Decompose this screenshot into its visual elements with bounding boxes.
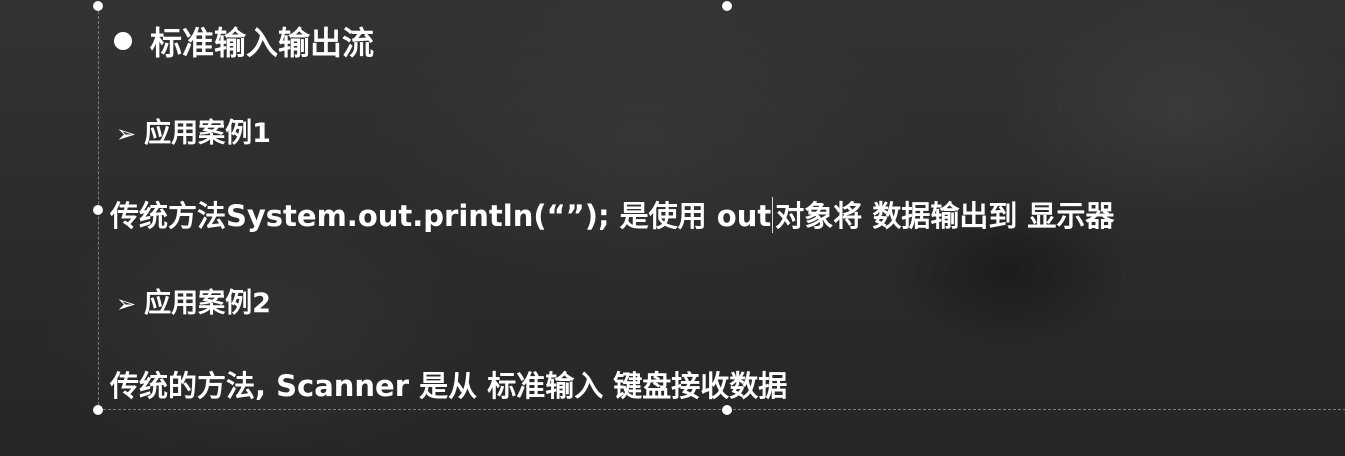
case-1-description-text-end: 对象将 数据输出到 显示器 (775, 199, 1115, 233)
chalkboard-slide: 标准输入输出流 ➢ 应用案例1 传统方法System.out.println(“”… (0, 0, 1345, 456)
case-2-description-text: 传统的方法, Scanner 是从 标准输入 键盘接收数据 (110, 369, 788, 403)
resize-handle-bottom-middle[interactable] (722, 405, 732, 415)
case-2-line[interactable]: ➢ 应用案例2 (116, 281, 271, 320)
case-1-line[interactable]: ➢ 应用案例1 (116, 111, 271, 150)
resize-handle-middle-left[interactable] (93, 205, 103, 215)
case-2-description[interactable]: 传统的方法, Scanner 是从 标准输入 键盘接收数据 (110, 363, 787, 405)
case-1-description[interactable]: 传统方法System.out.println(“”); 是使用 out 对象将 数… (110, 193, 1114, 235)
slide-heading[interactable]: 标准输入输出流 (114, 18, 374, 64)
resize-handle-bottom-left[interactable] (93, 405, 103, 415)
arrow-bullet-icon: ➢ (116, 290, 137, 318)
arrow-bullet-icon: ➢ (116, 120, 137, 148)
text-cursor (772, 197, 774, 233)
resize-handle-top-middle[interactable] (722, 1, 732, 11)
filled-circle-bullet-icon (114, 32, 132, 50)
case-1-label: 应用案例1 (144, 118, 271, 149)
case-1-description-text-start: 传统方法System.out.println(“”); 是使用 out (110, 199, 772, 233)
case-2-label: 应用案例2 (144, 288, 271, 319)
resize-handle-top-left[interactable] (93, 1, 103, 11)
heading-text: 标准输入输出流 (150, 24, 375, 62)
